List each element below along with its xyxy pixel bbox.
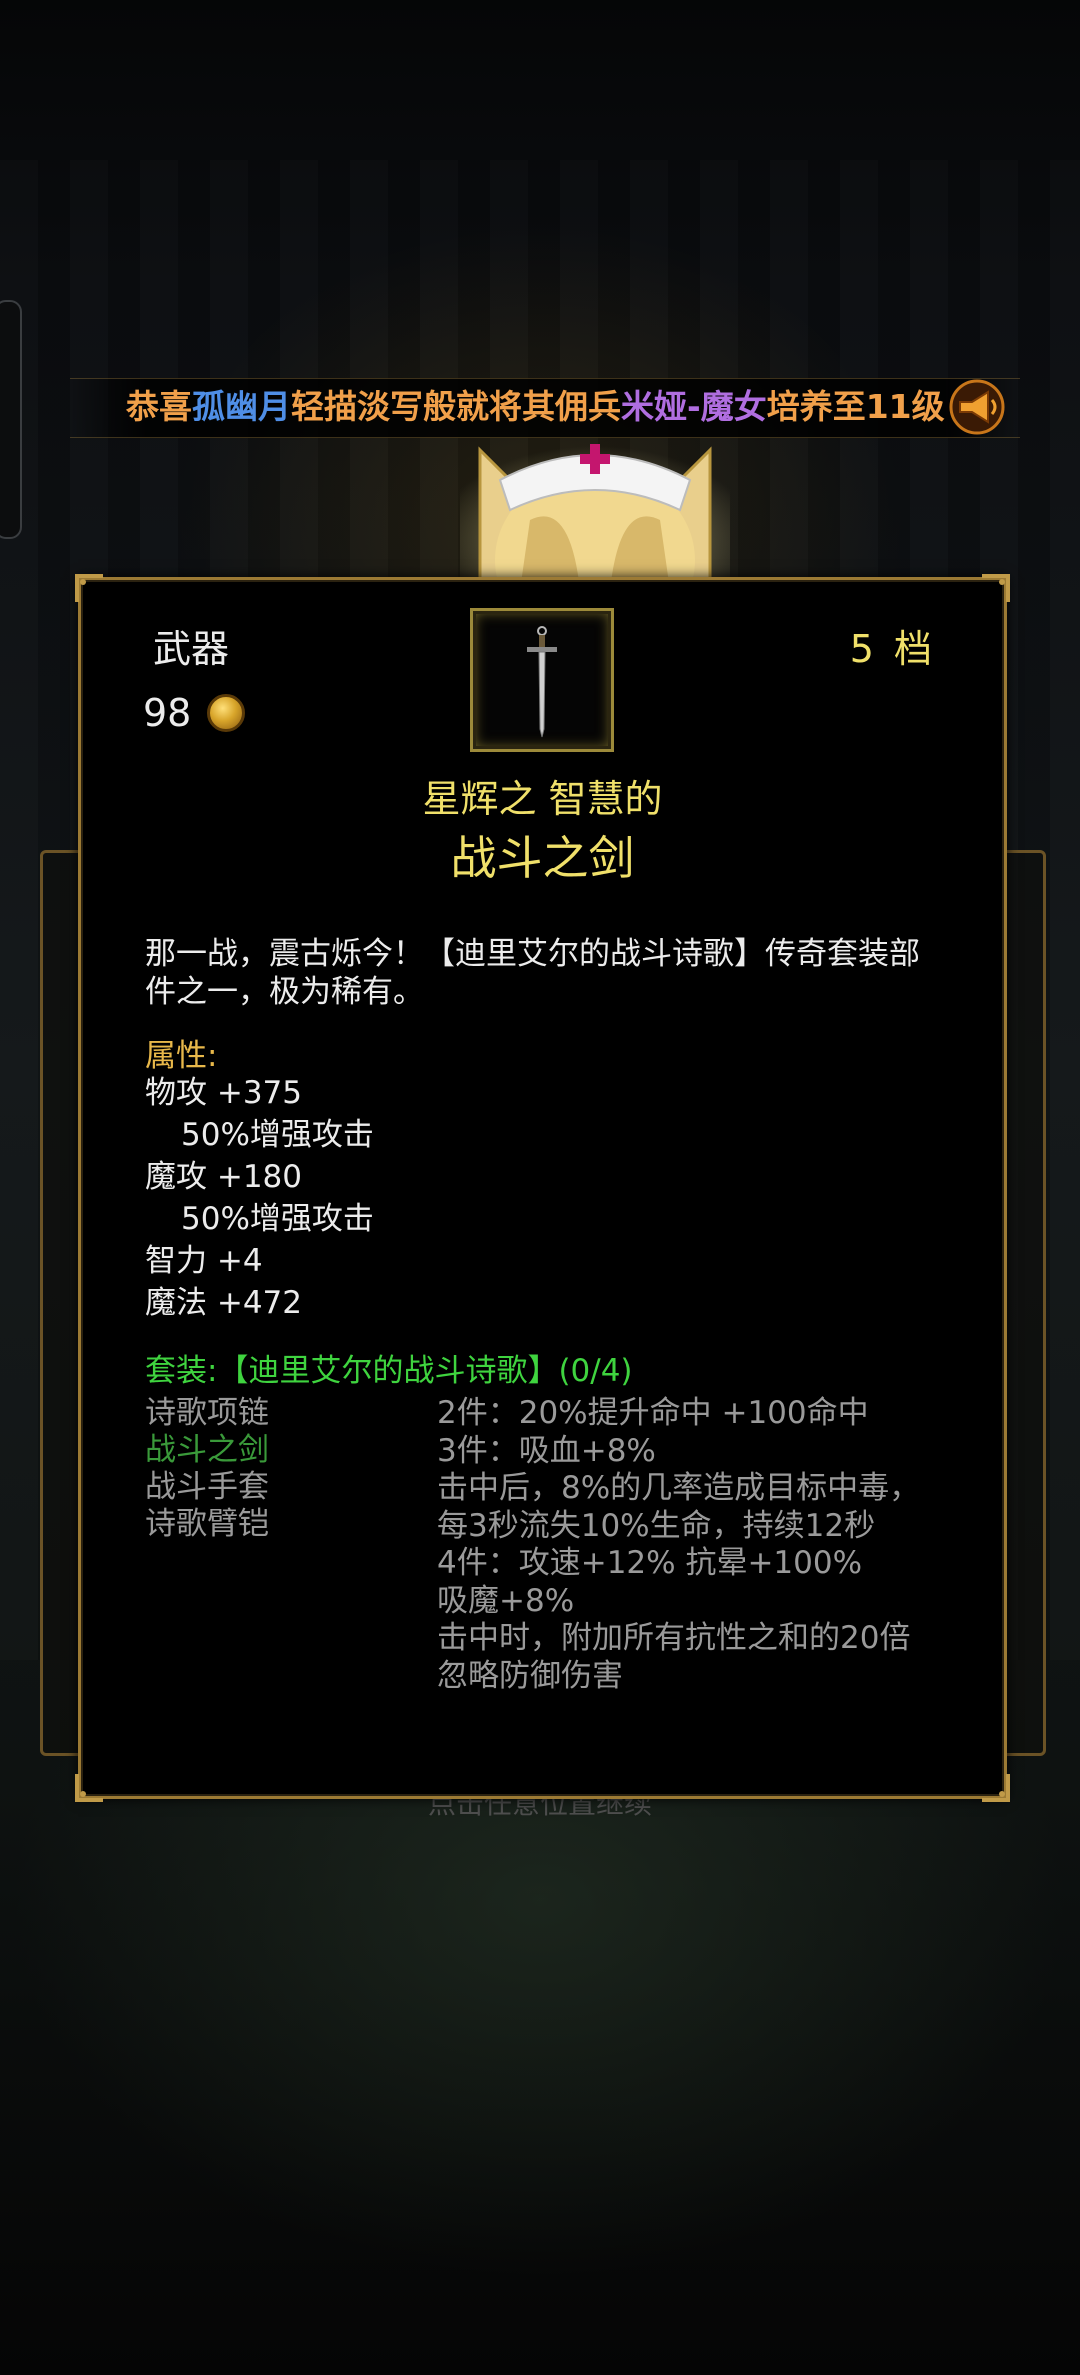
set-bonus-line: 2件：20%提升命中 +100命中 [437, 1395, 869, 1431]
set-bonus-line: 4件：攻速+12% 抗晕+100% [437, 1545, 863, 1581]
broadcast-marquee: 恭喜孤幽月轻描淡写般就将其佣兵米娅-魔女培养至11级 [70, 378, 1020, 438]
game-screen[interactable]: 恭喜孤幽月轻描淡写般就将其佣兵米娅-魔女培养至11级 点击任意位置继续 武器 5… [0, 0, 1080, 2375]
attributes-title: 属性: [145, 1038, 218, 1074]
marquee-mercenary-name: 米娅-魔女 [621, 387, 767, 426]
item-description: 那一战，震古烁今！【迪里艾尔的战斗诗歌】传奇套装部件之一，极为稀有。 [145, 936, 920, 1010]
set-bonus-line: 吸魔+8% [437, 1582, 575, 1619]
set-bonus-line: 3件：吸血+8% [437, 1432, 656, 1469]
grade-unit: 档 [893, 627, 934, 671]
character-portrait [460, 430, 730, 590]
side-drawer-handle[interactable] [0, 300, 22, 539]
set-piece: 诗歌项链 [145, 1395, 269, 1431]
set-bonus-list: 2件：20%提升命中 +100命中 3件：吸血+8% 击中后，8%的几率造成目标… [437, 1395, 977, 1695]
item-icon-frame [470, 608, 614, 752]
attribute-line: 物攻 +375 [145, 1075, 302, 1111]
marquee-segment: 恭喜 [126, 387, 192, 426]
megaphone-icon[interactable] [948, 378, 1006, 436]
set-piece-owned: 战斗之剑 [145, 1432, 269, 1468]
item-detail-dialog: 武器 5档 98 星辉之 智慧的 战斗之剑 那一战，震古烁今！【迪里艾尔的战斗诗… [75, 574, 1010, 1802]
attribute-list: 物攻 +375 50%增强攻击 魔攻 +180 50%增强攻击 智力 +4 魔法… [145, 1072, 374, 1324]
corner-ornament [75, 574, 103, 602]
gold-coin-icon [207, 694, 246, 732]
attribute-line: 50%增强攻击 [181, 1201, 374, 1237]
attribute-line: 魔法 +472 [145, 1285, 302, 1321]
set-bonus-line: 击中时，附加所有抗性之和的20倍 [437, 1620, 911, 1656]
attribute-line: 智力 +4 [145, 1243, 263, 1279]
grade-number: 5 [849, 627, 876, 671]
price-value: 98 [143, 691, 192, 735]
attribute-line: 魔攻 +180 [145, 1159, 302, 1195]
corner-ornament [982, 574, 1010, 602]
set-bonus-line: 每3秒流失10%生命，持续12秒 [437, 1507, 876, 1544]
item-price: 98 [143, 688, 246, 738]
item-slot-type: 武器 [153, 627, 230, 671]
set-bonus-line: 忽略防御伤害 [437, 1657, 623, 1694]
set-piece: 战斗手套 [145, 1469, 269, 1505]
set-title: 套装:【迪里艾尔的战斗诗歌】(0/4) [145, 1353, 633, 1389]
corner-ornament [75, 1774, 103, 1802]
set-piece: 诗歌臂铠 [145, 1506, 269, 1542]
corner-ornament [982, 1774, 1010, 1802]
item-name: 战斗之剑 [450, 831, 635, 885]
marquee-player-name: 孤幽月 [192, 387, 291, 426]
marquee-text: 恭喜孤幽月轻描淡写般就将其佣兵米娅-魔女培养至11级 [126, 385, 945, 429]
item-grade: 5档 [850, 618, 934, 673]
attribute-line: 50%增强攻击 [181, 1117, 374, 1153]
set-piece-list: 诗歌项链 战斗之剑 战斗手套 诗歌臂铠 [145, 1395, 269, 1543]
sword-icon [527, 626, 557, 738]
set-bonus-line: 击中后，8%的几率造成目标中毒， [437, 1470, 921, 1506]
marquee-segment: 培养至11级 [766, 387, 945, 426]
item-prefix: 星辉之 智慧的 [422, 777, 663, 821]
marquee-segment: 轻描淡写般就将其佣兵 [291, 387, 621, 426]
